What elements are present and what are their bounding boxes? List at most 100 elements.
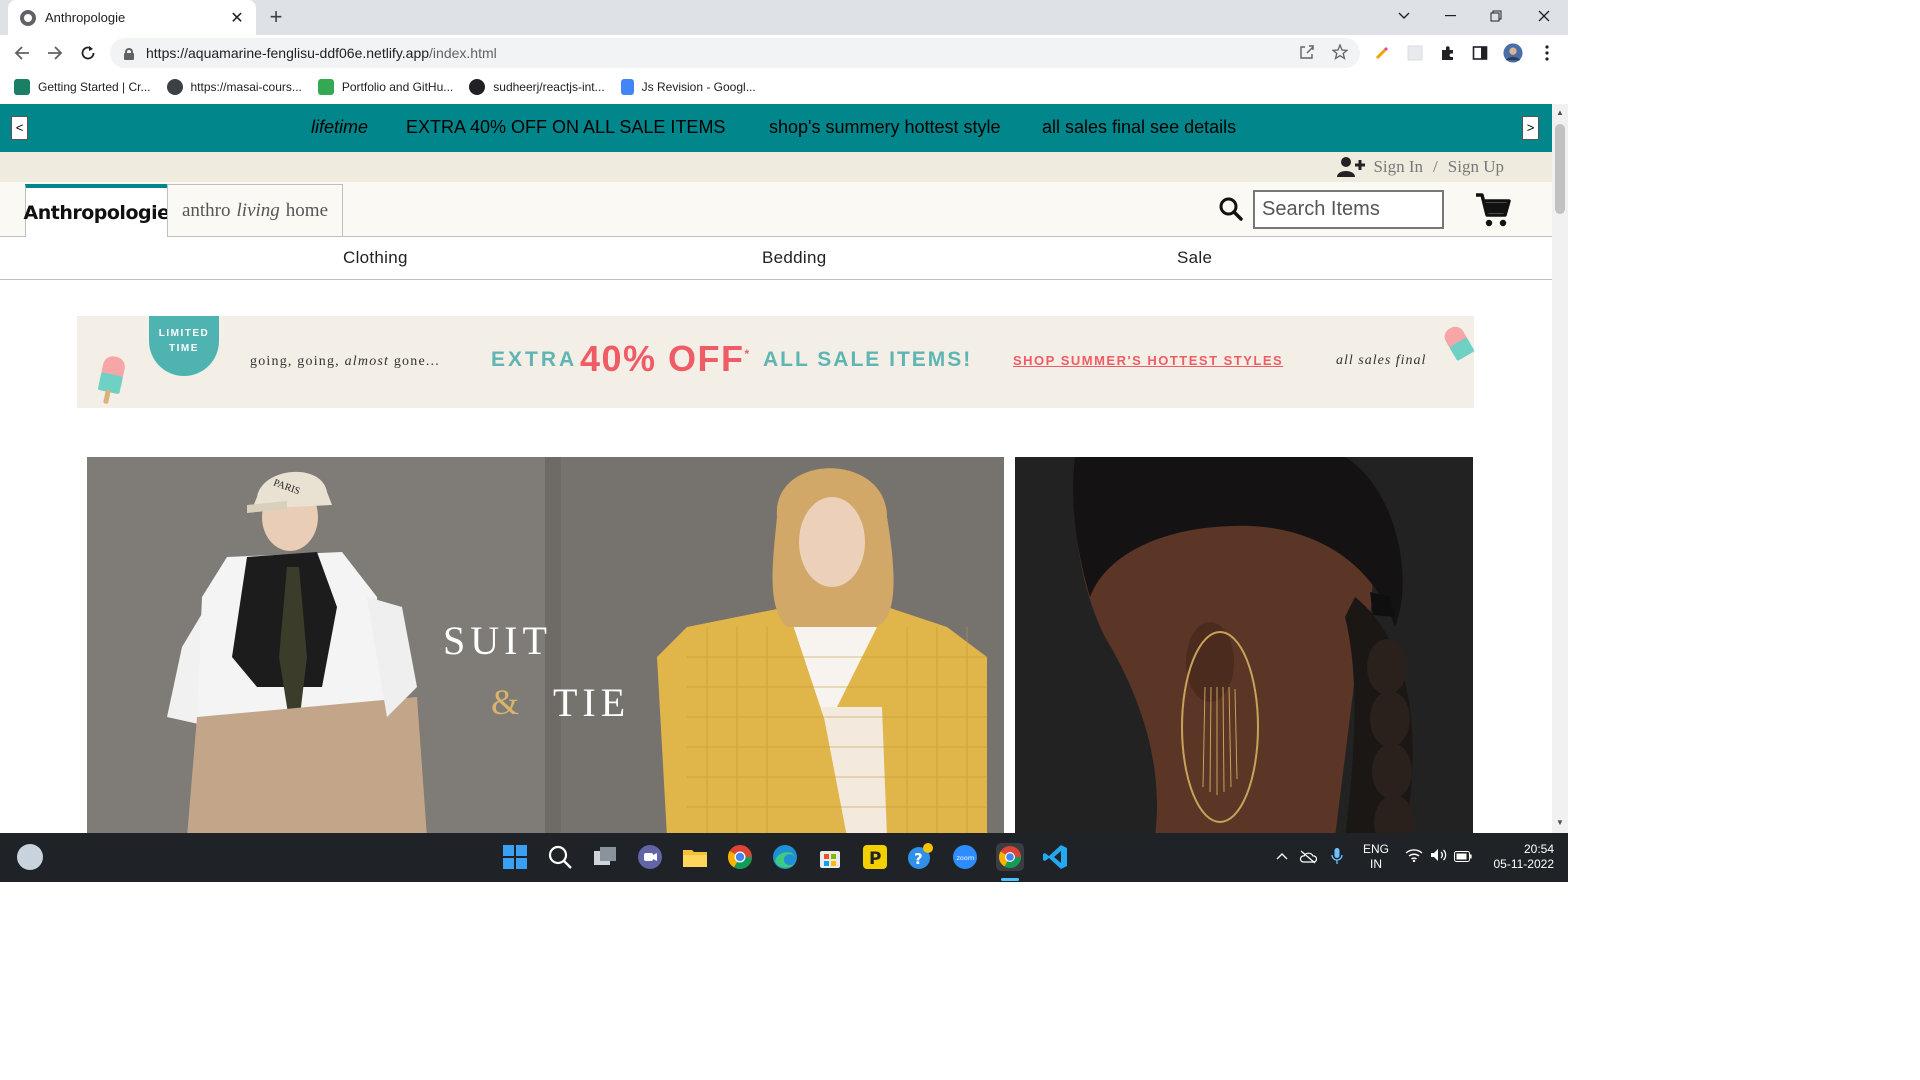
taskbar-clock[interactable]: 20:54 05-11-2022 <box>1484 842 1555 872</box>
microphone-icon[interactable] <box>1331 847 1343 868</box>
taskbar-search-icon[interactable] <box>546 843 574 871</box>
anthro-living-tab[interactable]: anthro living home <box>167 184 343 237</box>
shop-summer-link[interactable]: SHOP SUMMER'S HOTTEST STYLES <box>1013 353 1283 368</box>
close-window-icon[interactable] <box>1521 0 1567 32</box>
close-tab-icon[interactable]: ✕ <box>228 8 246 28</box>
hero-suit-text: SUIT <box>443 618 552 663</box>
page-viewport: < lifetime EXTRA 40% OFF ON ALL SALE ITE… <box>0 104 1552 833</box>
minimize-icon[interactable] <box>1427 0 1473 32</box>
add-user-icon[interactable] <box>1337 156 1367 178</box>
svg-text:?: ? <box>914 850 923 868</box>
extensions-puzzle-icon[interactable] <box>1438 43 1458 63</box>
bookmark-github-reactjs[interactable]: sudheerj/reactjs-int... <box>469 79 605 95</box>
search-icon[interactable] <box>1218 196 1244 222</box>
bookmark-js-revision[interactable]: Js Revision - Googl... <box>620 79 756 95</box>
bookmark-star-icon[interactable] <box>1331 43 1349 62</box>
globe-icon <box>20 9 36 26</box>
weather-widget-icon[interactable] <box>17 844 43 870</box>
globe-icon <box>166 79 183 95</box>
bookmark-portfolio[interactable]: Portfolio and GitHu... <box>317 79 454 95</box>
sale-banner[interactable]: LIMITED TIME going, going, almost gone..… <box>77 316 1474 408</box>
almost-text: almost <box>344 354 390 369</box>
back-arrow-icon[interactable] <box>10 41 34 65</box>
extra-text: EXTRA <box>491 348 578 371</box>
home-word: home <box>285 199 329 221</box>
address-bar[interactable]: https://aquamarine-fenglisu-ddf06e.netli… <box>110 38 1360 68</box>
living-word: living <box>236 199 280 221</box>
promo-carousel: < lifetime EXTRA 40% OFF ON ALL SALE ITE… <box>0 104 1552 152</box>
volume-icon[interactable] <box>1430 848 1448 865</box>
restore-icon[interactable] <box>1473 0 1519 32</box>
side-panel-icon[interactable] <box>1470 43 1490 63</box>
sign-up-link[interactable]: Sign Up <box>1448 157 1504 177</box>
page-scrollbar[interactable]: ▲ ▼ <box>1552 104 1568 833</box>
task-view-icon[interactable] <box>591 843 619 871</box>
teams-chat-icon[interactable] <box>636 843 664 871</box>
lang-code: ENG <box>1362 842 1389 856</box>
edge-icon[interactable] <box>771 843 799 871</box>
nav-clothing[interactable]: Clothing <box>343 248 408 268</box>
scroll-up-arrow-icon[interactable]: ▲ <box>1556 108 1564 117</box>
reload-icon[interactable] <box>76 41 100 65</box>
category-nav: Clothing Bedding Sale <box>0 237 1552 280</box>
extension-placeholder-icon[interactable] <box>1405 43 1425 63</box>
vscode-icon[interactable] <box>1041 843 1069 871</box>
promo-next-button[interactable]: > <box>1522 116 1539 140</box>
brand-logo-tab[interactable]: Anthropologie <box>24 184 170 237</box>
bookmark-label: Portfolio and GitHu... <box>341 80 454 94</box>
promo-item[interactable]: EXTRA 40% OFF ON ALL SALE ITEMS <box>406 117 725 138</box>
bookmark-label: Js Revision - Googl... <box>641 80 756 94</box>
battery-icon[interactable] <box>1454 850 1472 865</box>
nav-sale[interactable]: Sale <box>1177 248 1212 268</box>
hero-earring-illustration <box>1015 457 1473 833</box>
tab-search-chevron-icon[interactable] <box>1381 0 1427 32</box>
scroll-down-arrow-icon[interactable]: ▼ <box>1556 818 1564 827</box>
share-icon[interactable] <box>1298 44 1316 62</box>
chrome-icon[interactable] <box>726 843 754 871</box>
zoom-icon[interactable]: zoom <box>951 843 979 871</box>
color-picker-extension-icon[interactable] <box>1372 43 1392 63</box>
shopping-cart-icon[interactable] <box>1474 191 1512 229</box>
search-input[interactable] <box>1253 190 1444 229</box>
show-hidden-icons-chevron-icon[interactable] <box>1276 848 1288 863</box>
bookmark-label: sudheerj/reactjs-int... <box>493 80 605 94</box>
clock-time: 20:54 <box>1523 842 1554 856</box>
promo-item[interactable]: lifetime <box>311 117 368 138</box>
sign-in-link[interactable]: Sign In <box>1373 157 1423 177</box>
promo-prev-button[interactable]: < <box>11 116 28 140</box>
lock-icon[interactable] <box>124 47 134 60</box>
bookmark-label: https://masai-cours... <box>190 80 302 94</box>
zoom-label: zoom <box>957 854 975 862</box>
onedrive-offline-icon[interactable] <box>1299 850 1318 867</box>
scrollbar-thumb[interactable] <box>1555 124 1565 214</box>
chrome-active-icon[interactable] <box>996 843 1024 871</box>
hero-suit-and-tie-image[interactable]: PARIS SUIT & TIE <box>87 457 1004 833</box>
input-language-indicator[interactable]: ENG IN <box>1362 842 1390 872</box>
active-app-indicator <box>1001 878 1019 881</box>
get-help-icon[interactable]: ? <box>906 843 934 871</box>
forward-arrow-icon[interactable] <box>43 41 67 65</box>
lang-region: IN <box>1370 857 1382 871</box>
browser-tab-strip: Anthropologie ✕ + <box>0 0 1568 35</box>
browser-menu-icon[interactable] <box>1537 43 1557 63</box>
github-icon <box>469 79 486 95</box>
microsoft-store-icon[interactable] <box>816 843 844 871</box>
popsicle-right-icon <box>1442 324 1474 369</box>
wifi-icon[interactable] <box>1405 848 1423 865</box>
bookmark-masai-courses[interactable]: https://masai-cours... <box>166 79 302 95</box>
url-text: https://aquamarine-fenglisu-ddf06e.netli… <box>146 45 497 61</box>
nav-bedding[interactable]: Bedding <box>762 248 827 268</box>
promo-item[interactable]: all sales final see details <box>1042 117 1236 138</box>
windows-start-icon[interactable] <box>501 843 529 871</box>
profile-avatar-icon[interactable] <box>1503 43 1523 63</box>
promo-item[interactable]: shop's summery hottest style <box>769 117 1001 138</box>
bookmark-getting-started[interactable]: Getting Started | Cr... <box>14 79 151 95</box>
hero-earring-image[interactable] <box>1015 457 1473 833</box>
parking-app-icon[interactable]: P <box>861 843 889 871</box>
percent-off-text: 40% OFF* <box>580 338 751 380</box>
new-tab-button[interactable]: + <box>264 5 288 29</box>
browser-tab-active[interactable]: Anthropologie ✕ <box>8 0 256 35</box>
url-host: https://aquamarine-fenglisu-ddf06e.netli… <box>146 45 430 61</box>
windows-taskbar: P ? zoom ENG IN 20:54 05-11-2022 <box>0 833 1568 882</box>
file-explorer-icon[interactable] <box>681 843 709 871</box>
